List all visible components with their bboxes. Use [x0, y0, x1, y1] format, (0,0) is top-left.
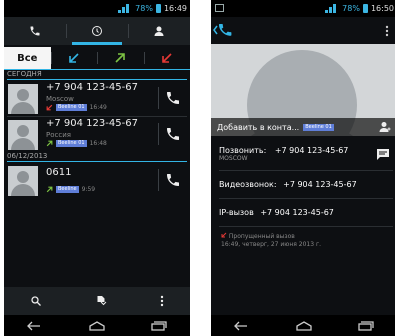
- contact-avatar: [8, 166, 38, 196]
- notification-icon: [215, 4, 224, 12]
- system-nav-bar: [211, 315, 395, 336]
- missed-call-time: 16:49, четверг, 27 июня 2013 г.: [221, 241, 322, 248]
- call-number: +7 904 123-45-67: [46, 118, 138, 129]
- section-header-date: 06/12/2013: [7, 152, 187, 162]
- call-location: Moscow: [46, 95, 74, 103]
- clock-icon: [92, 26, 102, 36]
- call-number: 0611: [46, 167, 72, 178]
- back-icon[interactable]: [233, 321, 251, 331]
- sim-badge: Beeline 01: [56, 104, 87, 111]
- call-log-row[interactable]: +7 904 123-45-67 Россия Beeline 01 16:48: [4, 117, 190, 152]
- call-action-location: MOSCOW: [219, 155, 248, 162]
- call-button-icon[interactable]: [164, 126, 182, 142]
- call-time: 9:59: [81, 186, 96, 193]
- overflow-menu-icon[interactable]: [160, 295, 164, 307]
- dialpad-icon[interactable]: [95, 295, 107, 307]
- call-time: 16:49: [89, 104, 107, 111]
- call-log-row[interactable]: 0611 Beeline 9:59: [4, 163, 190, 198]
- filter-outgoing[interactable]: [97, 47, 144, 69]
- signal-icon: [325, 4, 339, 13]
- call-location: Россия: [46, 131, 71, 139]
- missed-arrow-icon: [161, 53, 172, 63]
- call-log-screen: 78% 16:49 Все СЕГОДНЯ +7 904 123-45-67 M…: [4, 0, 190, 336]
- contact-avatar: [8, 84, 38, 114]
- status-bar: 78% 16:49: [4, 0, 190, 17]
- call-button-icon[interactable]: [164, 172, 182, 188]
- battery-icon: [362, 4, 368, 13]
- battery-icon: [155, 4, 161, 13]
- tab-contacts[interactable]: [128, 17, 190, 45]
- missed-call-icon: [221, 232, 227, 238]
- status-bar: 78% 16:50: [211, 0, 395, 17]
- outgoing-arrow-icon: [115, 53, 126, 63]
- bottom-action-bar: [4, 287, 190, 315]
- sim-badge: Beeline 01: [56, 140, 87, 147]
- incoming-arrow-icon: [68, 53, 79, 63]
- battery-percent: 78%: [135, 4, 153, 13]
- filter-incoming[interactable]: [50, 47, 98, 69]
- sim-badge: Beeline 01: [303, 123, 334, 131]
- system-nav-bar: [4, 315, 190, 336]
- tab-call-log[interactable]: [66, 17, 128, 45]
- search-icon[interactable]: [30, 295, 42, 307]
- call-history-entry: Пропущенный вызов 16:49, четверг, 27 июн…: [221, 232, 321, 249]
- ip-call-number: +7 904 123-45-67: [260, 208, 334, 217]
- ip-call-label: IP-вызов: [219, 208, 254, 217]
- missed-call-icon: [46, 104, 53, 111]
- home-icon[interactable]: [88, 320, 106, 331]
- battery-percent: 78%: [342, 4, 360, 13]
- status-time: 16:49: [163, 4, 187, 13]
- filter-all[interactable]: Все: [4, 47, 51, 69]
- add-contact-label: Добавить в конта...: [217, 122, 300, 132]
- call-action-label: Позвонить:: [219, 146, 267, 155]
- tab-dialer[interactable]: [4, 17, 66, 45]
- call-button-icon[interactable]: [164, 90, 182, 106]
- add-to-contacts-bar[interactable]: Добавить в конта... Beeline 01: [211, 118, 395, 136]
- message-icon[interactable]: [376, 148, 390, 160]
- status-time: 16:50: [370, 4, 394, 13]
- recent-apps-icon[interactable]: [150, 320, 168, 331]
- filter-missed[interactable]: [143, 47, 191, 69]
- home-icon[interactable]: [295, 320, 313, 331]
- call-filter-bar: Все: [4, 47, 190, 70]
- signal-icon: [118, 4, 132, 13]
- call-time: 16:48: [89, 140, 107, 147]
- phone-icon: [30, 26, 40, 36]
- recent-apps-icon[interactable]: [357, 320, 375, 331]
- back-phone-icon[interactable]: [213, 23, 233, 37]
- call-meta: Beeline 01 16:49: [46, 104, 107, 111]
- sim-badge: Beeline: [56, 186, 79, 193]
- missed-call-label: Пропущенный вызов: [228, 233, 295, 240]
- contact-avatar: [8, 120, 38, 150]
- call-meta: Beeline 01 16:48: [46, 140, 107, 147]
- video-call-row[interactable]: Видеозвонок: +7 904 123-45-67: [219, 180, 393, 189]
- outgoing-call-icon: [46, 186, 53, 193]
- ip-call-row[interactable]: IP-вызов +7 904 123-45-67: [219, 208, 393, 217]
- video-call-label: Видеозвонок:: [219, 180, 277, 189]
- call-meta: Beeline 9:59: [46, 186, 95, 193]
- section-header-today: СЕГОДНЯ: [7, 70, 187, 80]
- overflow-menu-icon[interactable]: [385, 25, 389, 37]
- outgoing-call-icon: [46, 140, 53, 147]
- call-details-screen: 78% 16:50 Добавить в конта... Beeline 01…: [211, 0, 395, 336]
- back-icon[interactable]: [26, 321, 44, 331]
- call-action-row[interactable]: Позвонить: +7 904 123-45-67 MOSCOW: [219, 146, 393, 162]
- video-call-number: +7 904 123-45-67: [283, 180, 357, 189]
- add-person-icon[interactable]: [379, 121, 391, 133]
- main-tabs: [4, 17, 190, 45]
- call-number: +7 904 123-45-67: [46, 82, 138, 93]
- filter-all-label: Все: [17, 52, 38, 64]
- call-action-number: +7 904 123-45-67: [274, 146, 349, 155]
- call-log-row[interactable]: +7 904 123-45-67 Moscow Beeline 01 16:49: [4, 81, 190, 116]
- person-icon: [154, 26, 164, 36]
- action-bar: [211, 17, 395, 44]
